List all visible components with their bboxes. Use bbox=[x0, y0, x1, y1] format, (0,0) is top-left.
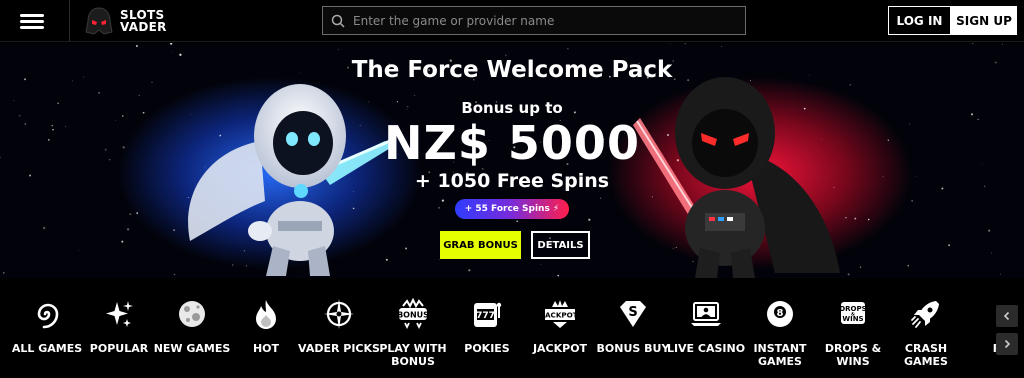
star-dot bbox=[669, 44, 671, 46]
svg-text:JACKPOT: JACKPOT bbox=[544, 311, 576, 320]
site-logo[interactable]: SLOTS VADER bbox=[84, 5, 167, 37]
live-laptop-icon bbox=[688, 296, 724, 332]
star-dot bbox=[338, 49, 339, 50]
category-crash-games[interactable]: CRASH GAMES bbox=[889, 292, 963, 378]
star-dot bbox=[990, 252, 992, 254]
top-header: SLOTS VADER LOG IN SIGN UP bbox=[0, 0, 1024, 42]
svg-text:BONUS: BONUS bbox=[397, 311, 429, 320]
spiral-galaxy-icon bbox=[29, 296, 65, 332]
star-dot bbox=[138, 94, 141, 97]
eight-ball-icon: 8 bbox=[762, 296, 798, 332]
star-dot bbox=[720, 45, 722, 47]
logo-text: SLOTS VADER bbox=[120, 9, 167, 33]
category-new-games[interactable]: NEW GAMES bbox=[154, 292, 230, 378]
hero-title: The Force Welcome Pack bbox=[351, 57, 673, 83]
hero-banner: The Force Welcome Pack Bonus up to NZ$ 5… bbox=[0, 43, 1024, 278]
category-all-games[interactable]: ALL GAMES bbox=[10, 292, 84, 378]
hamburger-icon[interactable] bbox=[20, 11, 44, 31]
force-spins-badge: + 55 Force Spins ⚡ bbox=[454, 199, 570, 219]
star-dot bbox=[97, 91, 101, 94]
star-dot bbox=[126, 228, 130, 231]
star-dot bbox=[999, 273, 1002, 275]
star-dot bbox=[170, 43, 173, 45]
force-spins-pill-wrap: + 55 Force Spins ⚡ bbox=[0, 196, 1024, 219]
jackpot-crown-icon: JACKPOT bbox=[542, 296, 578, 332]
hero-bonus-line: Bonus up to bbox=[461, 99, 563, 117]
star-dot bbox=[557, 274, 560, 277]
star-dot bbox=[567, 48, 569, 50]
crosshair-icon bbox=[321, 296, 357, 332]
star-dot bbox=[121, 240, 124, 243]
diamond-s-icon: S bbox=[615, 296, 651, 332]
hero-amount: NZ$ 5000 bbox=[384, 116, 640, 170]
signup-button[interactable]: SIGN UP bbox=[951, 6, 1017, 35]
star-dot bbox=[439, 258, 441, 260]
category-instant-games[interactable]: 8 INSTANT GAMES bbox=[743, 292, 817, 378]
star-dot bbox=[907, 265, 909, 267]
logo-line-2: VADER bbox=[120, 20, 167, 34]
drops-wins-icon: DROPS & WINS bbox=[835, 296, 871, 332]
sparkle-icon bbox=[101, 296, 137, 332]
planet-icon bbox=[174, 296, 210, 332]
chevron-left-icon[interactable] bbox=[996, 305, 1018, 327]
star-dot bbox=[1002, 43, 1003, 45]
flame-icon bbox=[248, 296, 284, 332]
search-bar[interactable] bbox=[322, 6, 746, 35]
search-icon bbox=[331, 14, 345, 28]
star-dot bbox=[972, 43, 974, 44]
svg-text:8: 8 bbox=[777, 308, 784, 319]
crash-rocket-icon bbox=[908, 296, 944, 332]
star-dot bbox=[78, 249, 80, 251]
category-live-casino[interactable]: LIVE CASINO bbox=[667, 292, 745, 378]
svg-text:WINS: WINS bbox=[842, 315, 863, 323]
header-divider bbox=[69, 0, 70, 42]
category-popular[interactable]: POPULAR bbox=[82, 292, 156, 378]
slot-machine-icon: 777 bbox=[469, 296, 505, 332]
bonus-badge-icon: BONUS bbox=[395, 296, 431, 332]
star-dot bbox=[684, 43, 686, 45]
star-dot bbox=[540, 264, 542, 265]
star-dot bbox=[516, 220, 519, 223]
login-button[interactable]: LOG IN bbox=[888, 6, 951, 35]
details-button[interactable]: DETAILS bbox=[531, 231, 590, 259]
chevron-right-icon[interactable] bbox=[996, 333, 1018, 355]
svg-text:777: 777 bbox=[476, 311, 495, 321]
category-jackpot[interactable]: JACKPOT JACKPOT bbox=[523, 292, 597, 378]
star-dot bbox=[172, 51, 174, 53]
star-dot bbox=[468, 269, 471, 272]
hero-free-spins: + 1050 Free Spins bbox=[414, 170, 610, 192]
category-vader-picks[interactable]: VADER PICKS bbox=[298, 292, 380, 378]
svg-text:S: S bbox=[628, 305, 637, 320]
category-pokies[interactable]: 777 POKIES bbox=[450, 292, 524, 378]
category-bar: ALL GAMES POPULAR NEW GAMES HOT VADER PICKS B… bbox=[0, 278, 1024, 378]
category-drops-wins[interactable]: DROPS & WINS DROPS & WINS bbox=[816, 292, 890, 378]
category-hot[interactable]: HOT bbox=[229, 292, 303, 378]
star-dot bbox=[135, 45, 138, 47]
star-dot bbox=[2, 272, 5, 274]
category-play-with-bonus[interactable]: BONUS PLAY WITH BONUS bbox=[376, 292, 450, 378]
star-dot bbox=[948, 244, 951, 247]
vader-helmet-logo-icon bbox=[85, 7, 113, 35]
star-dot bbox=[988, 229, 991, 232]
grab-bonus-button[interactable]: GRAB BONUS bbox=[440, 231, 521, 259]
star-dot bbox=[505, 54, 507, 56]
star-dot bbox=[179, 53, 182, 56]
search-input[interactable] bbox=[353, 13, 733, 28]
category-bonus-buy[interactable]: S BONUS BUY bbox=[596, 292, 670, 378]
star-dot bbox=[43, 226, 46, 230]
star-dot bbox=[859, 266, 862, 268]
